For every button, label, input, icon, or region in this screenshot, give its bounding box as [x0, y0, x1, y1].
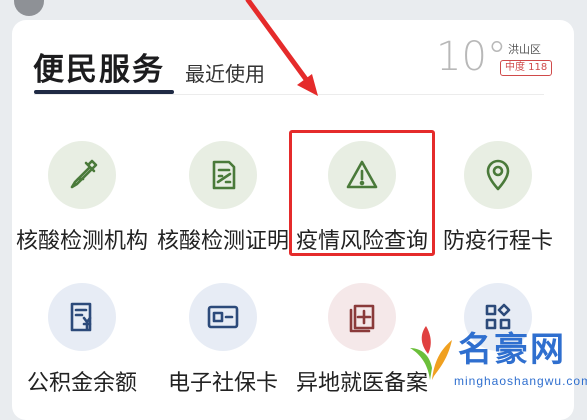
watermark: 名豪网 minghaoshangwu.com [406, 318, 587, 397]
watermark-url: minghaoshangwu.com [454, 374, 587, 388]
leaf-logo-icon [410, 326, 452, 380]
watermark-title: 名豪网 [458, 330, 566, 370]
